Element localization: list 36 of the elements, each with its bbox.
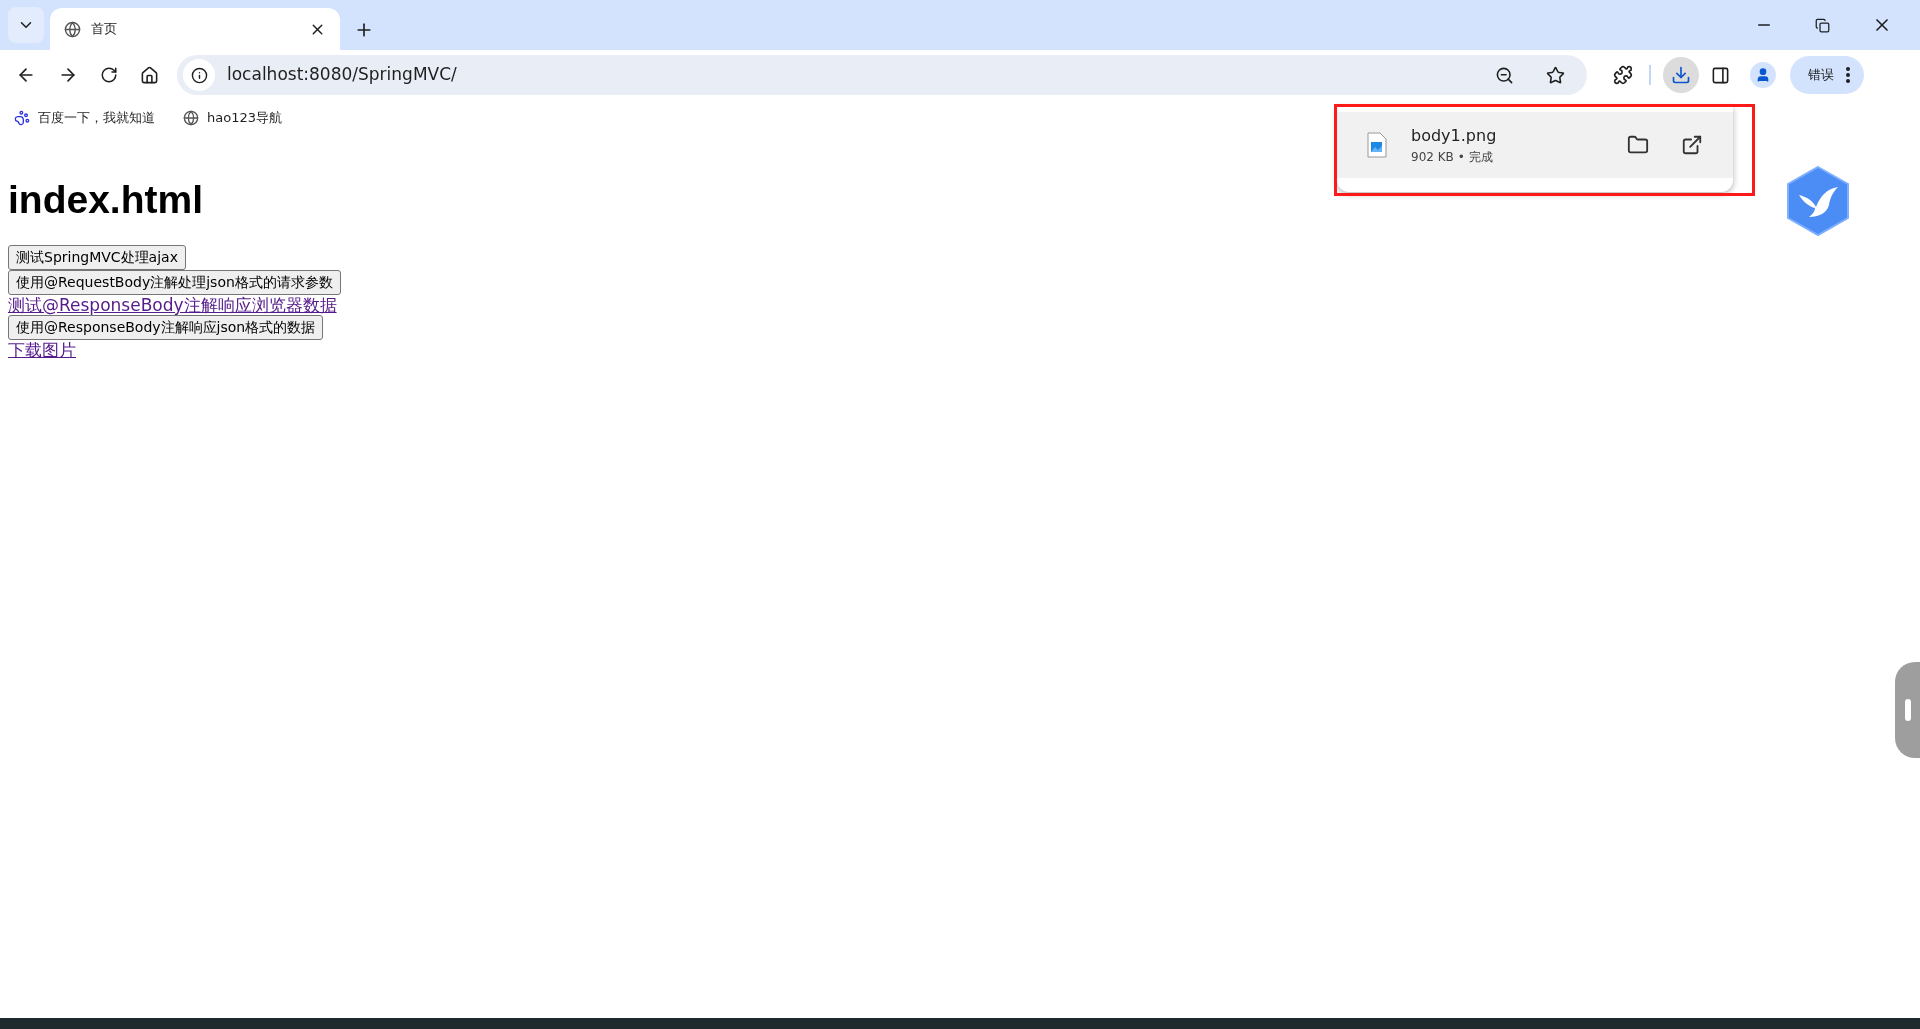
download-button[interactable]: [1663, 57, 1699, 93]
reload-icon[interactable]: [100, 66, 118, 84]
tab-title: 首页: [91, 20, 118, 39]
url-text: localhost:8080/SpringMVC/: [227, 63, 458, 87]
download-item[interactable]: body1.png 902 KB • 完成: [1337, 112, 1733, 178]
page-heading: index.html: [8, 180, 204, 219]
bird-logo-icon[interactable]: [1785, 165, 1851, 237]
globe-icon: [183, 110, 199, 126]
address-bar[interactable]: localhost:8080/SpringMVC/: [177, 55, 1587, 95]
paw-icon: [14, 110, 30, 126]
more-icon: [1846, 67, 1850, 83]
globe-icon: [64, 20, 81, 38]
info-icon[interactable]: [190, 66, 208, 84]
page-link[interactable]: 测试@ResponseBody注解响应浏览器数据: [8, 295, 337, 315]
extensions-icon[interactable]: [1613, 65, 1633, 85]
file-meta: 902 KB • 完成: [1411, 149, 1494, 166]
download-icon: [1671, 65, 1691, 85]
bookmark-item[interactable]: 百度一下，我就知道: [14, 108, 155, 128]
star-icon[interactable]: [1546, 65, 1565, 85]
zoom-icon[interactable]: [1495, 65, 1514, 85]
page-button[interactable]: 使用@RequestBody注解处理json格式的请求参数: [8, 270, 341, 295]
home-icon[interactable]: [140, 65, 159, 85]
image-file-icon: [1367, 132, 1387, 158]
page-button[interactable]: 测试SpringMVC处理ajax: [8, 245, 186, 270]
bookmark-item[interactable]: hao123导航: [183, 108, 282, 128]
side-panel-icon[interactable]: [1711, 65, 1730, 85]
page-button[interactable]: 使用@ResponseBody注解响应json格式的数据: [8, 315, 324, 340]
profile-button[interactable]: 错误: [1790, 56, 1864, 94]
open-external-icon[interactable]: [1681, 134, 1703, 156]
browser-tab[interactable]: 首页: [50, 8, 340, 50]
file-name: body1.png: [1411, 125, 1498, 147]
restore-icon[interactable]: [1815, 17, 1830, 33]
page-link[interactable]: 下载图片: [8, 340, 76, 360]
side-handle[interactable]: [1895, 662, 1920, 758]
profile-icon[interactable]: [1755, 67, 1771, 83]
folder-icon[interactable]: [1627, 134, 1649, 156]
